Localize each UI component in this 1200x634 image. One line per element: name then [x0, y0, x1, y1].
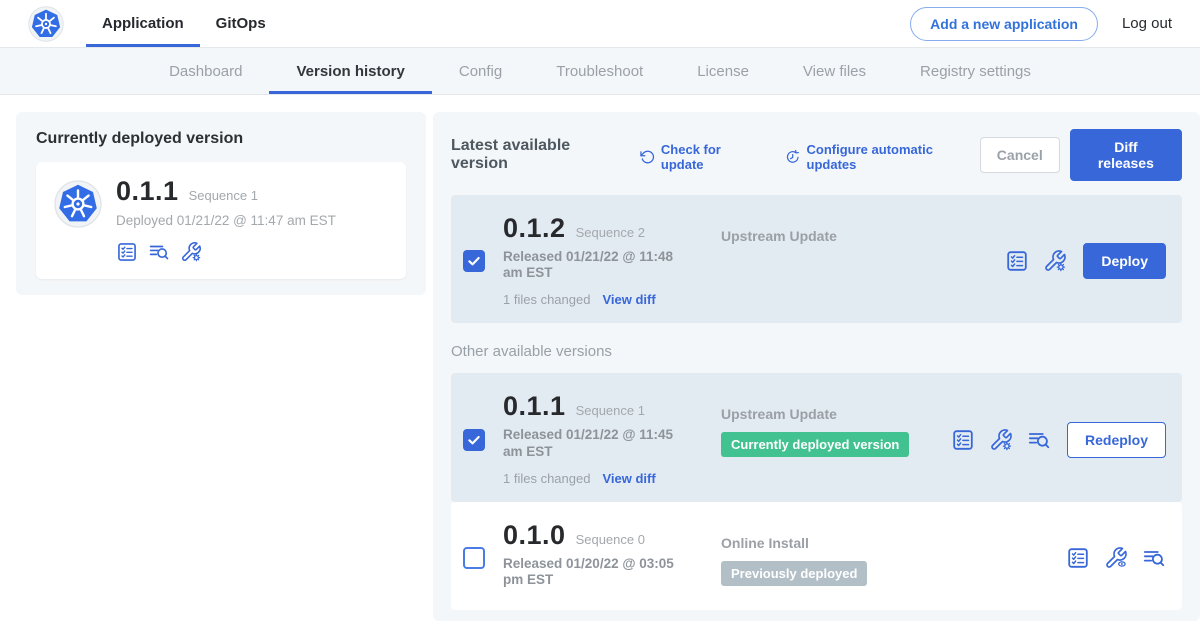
- subnav-label: View files: [803, 63, 866, 80]
- refresh-icon: [640, 149, 655, 165]
- file-search-icon[interactable]: [1027, 428, 1051, 452]
- version-source-col: Upstream Update: [721, 215, 951, 244]
- version-actions: [1066, 546, 1166, 570]
- version-info: 0.1.0 Sequence 0 Released 01/20/22 @ 03:…: [503, 522, 703, 588]
- app-subnav: Dashboard Version history Config Trouble…: [0, 48, 1200, 95]
- tab-gitops[interactable]: GitOps: [200, 0, 282, 47]
- checklist-icon[interactable]: [1066, 546, 1090, 570]
- deployed-version-sequence: Sequence 1: [189, 188, 258, 203]
- wrench-eye-icon[interactable]: [1104, 546, 1128, 570]
- version-row-0-1-0: 0.1.0 Sequence 0 Released 01/20/22 @ 03:…: [451, 502, 1182, 610]
- wrench-gear-icon[interactable]: [1043, 249, 1067, 273]
- released-timestamp: Released 01/21/22 @ 11:45 am EST: [503, 427, 693, 459]
- version-actions: Redeploy: [951, 422, 1166, 458]
- latest-version-title: Latest available version: [451, 137, 626, 173]
- admin-console-page: Application GitOps Add a new application…: [0, 0, 1200, 634]
- version-row-0-1-2: 0.1.2 Sequence 2 Released 01/21/22 @ 11:…: [451, 195, 1182, 323]
- configure-automatic-updates-label: Configure automatic updates: [807, 142, 980, 172]
- subnav-label: Troubleshoot: [556, 63, 643, 80]
- check-for-update-link[interactable]: Check for update: [640, 142, 764, 172]
- file-search-icon[interactable]: [148, 241, 170, 263]
- configure-automatic-updates-link[interactable]: Configure automatic updates: [785, 142, 980, 172]
- version-sequence: Sequence 1: [576, 403, 645, 418]
- version-row-0-1-1: 0.1.1 Sequence 1 Released 01/21/22 @ 11:…: [451, 373, 1182, 501]
- view-diff-link[interactable]: View diff: [602, 471, 655, 486]
- version-source: Upstream Update: [721, 228, 951, 244]
- top-header: Application GitOps Add a new application…: [0, 0, 1200, 48]
- tab-gitops-label: GitOps: [216, 15, 266, 32]
- deployed-version-card: 0.1.1 Sequence 1 Deployed 01/21/22 @ 11:…: [36, 162, 406, 279]
- subnav-label: Config: [459, 63, 502, 80]
- subnav-item-license[interactable]: License: [670, 48, 776, 94]
- subnav-item-version-history[interactable]: Version history: [269, 48, 431, 94]
- redeploy-button[interactable]: Redeploy: [1067, 422, 1166, 458]
- deployed-version-number: 0.1.1: [116, 178, 179, 205]
- version-checkbox[interactable]: [463, 429, 485, 451]
- released-timestamp: Released 01/21/22 @ 11:48 am EST: [503, 249, 693, 281]
- version-number: 0.1.1: [503, 393, 566, 420]
- previously-deployed-badge: Previously deployed: [721, 561, 867, 586]
- checklist-icon[interactable]: [1005, 249, 1029, 273]
- version-source: Online Install: [721, 535, 951, 551]
- file-search-icon[interactable]: [1142, 546, 1166, 570]
- version-history-panel: Latest available version Check for updat…: [433, 112, 1200, 621]
- cancel-button[interactable]: Cancel: [980, 137, 1060, 173]
- currently-deployed-title: Currently deployed version: [36, 130, 406, 148]
- check-icon: [466, 432, 482, 448]
- schedule-icon: [785, 149, 800, 165]
- add-application-button[interactable]: Add a new application: [910, 7, 1098, 41]
- view-diff-link[interactable]: View diff: [602, 292, 655, 307]
- version-number: 0.1.0: [503, 522, 566, 549]
- logout-button[interactable]: Log out: [1122, 15, 1172, 32]
- subnav-label: Dashboard: [169, 63, 242, 80]
- released-timestamp: Released 01/20/22 @ 03:05 pm EST: [503, 556, 693, 588]
- check-for-update-label: Check for update: [661, 142, 763, 172]
- version-source-col: Upstream Update Currently deployed versi…: [721, 393, 951, 457]
- checklist-icon[interactable]: [951, 428, 975, 452]
- version-info: 0.1.2 Sequence 2 Released 01/21/22 @ 11:…: [503, 215, 703, 307]
- subnav-item-troubleshoot[interactable]: Troubleshoot: [529, 48, 670, 94]
- subnav-item-view-files[interactable]: View files: [776, 48, 893, 94]
- deploy-button[interactable]: Deploy: [1083, 243, 1166, 279]
- files-changed-label: 1 files changed: [503, 292, 590, 307]
- main-content: Currently deployed version 0.1.1 Sequenc…: [0, 95, 1200, 621]
- currently-deployed-panel: Currently deployed version 0.1.1 Sequenc…: [16, 112, 426, 295]
- subnav-label: License: [697, 63, 749, 80]
- version-actions: Deploy: [1005, 243, 1166, 279]
- checklist-icon[interactable]: [116, 241, 138, 263]
- deployed-timestamp: Deployed 01/21/22 @ 11:47 am EST: [116, 213, 336, 228]
- update-links: Check for update Configure automatic upd…: [640, 142, 980, 172]
- version-number: 0.1.2: [503, 215, 566, 242]
- version-sequence: Sequence 2: [576, 225, 645, 240]
- files-changed-label: 1 files changed: [503, 471, 590, 486]
- subnav-label: Version history: [296, 63, 404, 80]
- header-buttons: Cancel Diff releases: [980, 129, 1182, 181]
- version-source-col: Online Install Previously deployed: [721, 522, 951, 586]
- other-versions-title: Other available versions: [451, 343, 1182, 360]
- header-actions: Add a new application Log out: [910, 0, 1172, 47]
- check-icon: [466, 253, 482, 269]
- kubernetes-logo-icon: [28, 6, 64, 42]
- currently-deployed-badge: Currently deployed version: [721, 432, 909, 457]
- subnav-item-dashboard[interactable]: Dashboard: [142, 48, 269, 94]
- subnav-item-registry-settings[interactable]: Registry settings: [893, 48, 1058, 94]
- kubernetes-app-icon: [54, 180, 102, 228]
- version-checkbox[interactable]: [463, 250, 485, 272]
- version-sequence: Sequence 0: [576, 532, 645, 547]
- version-checkbox[interactable]: [463, 547, 485, 569]
- deployed-version-body: 0.1.1 Sequence 1 Deployed 01/21/22 @ 11:…: [116, 178, 336, 263]
- wrench-gear-icon[interactable]: [180, 241, 202, 263]
- tab-application[interactable]: Application: [86, 0, 200, 47]
- latest-version-header: Latest available version Check for updat…: [451, 129, 1182, 181]
- wrench-gear-icon[interactable]: [989, 428, 1013, 452]
- subnav-label: Registry settings: [920, 63, 1031, 80]
- version-rows: 0.1.2 Sequence 2 Released 01/21/22 @ 11:…: [451, 195, 1182, 610]
- deployed-version-actions: [116, 241, 336, 263]
- header-tabs: Application GitOps: [86, 0, 282, 47]
- diff-releases-button[interactable]: Diff releases: [1070, 129, 1182, 181]
- subnav-item-config[interactable]: Config: [432, 48, 529, 94]
- version-source: Upstream Update: [721, 406, 951, 422]
- version-info: 0.1.1 Sequence 1 Released 01/21/22 @ 11:…: [503, 393, 703, 485]
- tab-application-label: Application: [102, 15, 184, 32]
